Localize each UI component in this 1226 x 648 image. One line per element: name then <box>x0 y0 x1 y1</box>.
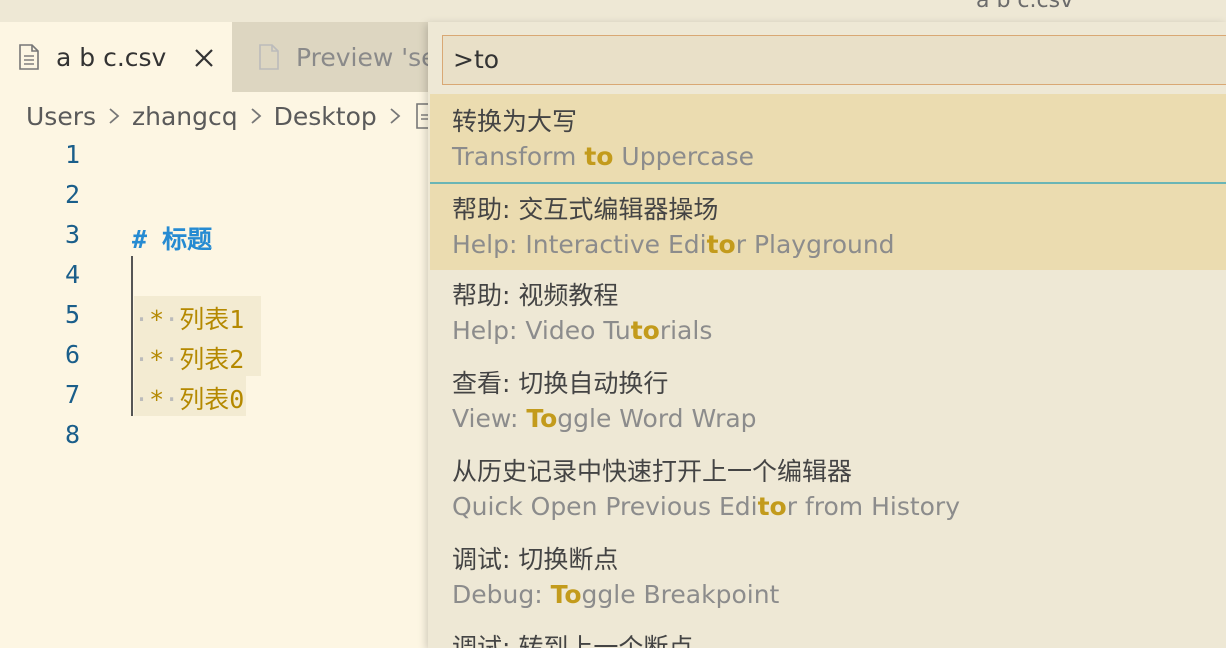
command-item[interactable]: 帮助: 交互式编辑器操场 Help: Interactive Editor Pl… <box>430 184 1226 270</box>
command-label-en: Debug: Toggle Breakpoint <box>452 580 779 609</box>
line-number: 2 <box>64 180 80 209</box>
line-number: 8 <box>64 420 80 449</box>
tab-label: Preview 'se <box>296 42 437 72</box>
command-item[interactable]: 查看: 切换自动换行 View: Toggle Word Wrap <box>430 358 1226 446</box>
whitespace-dot: · <box>134 305 150 334</box>
close-icon[interactable] <box>192 46 216 70</box>
list-item-text: 列表2 <box>179 345 245 374</box>
whitespace-dot: · <box>164 305 180 334</box>
label-text: rials <box>659 316 713 345</box>
label-text: Uppercase <box>613 142 755 171</box>
title-bar: a b c.csv <box>0 0 1226 22</box>
tab-a-b-c-csv[interactable]: a b c.csv <box>0 22 232 92</box>
label-text: View: <box>452 404 527 433</box>
list-bullet: * <box>149 385 165 414</box>
whitespace-dot: · <box>134 345 150 374</box>
command-label-zh: 从历史记录中快速打开上一个编辑器 <box>452 457 853 486</box>
line-number: 7 <box>64 380 80 409</box>
whitespace-dot: · <box>164 345 180 374</box>
command-label-zh: 调试: 切换断点 <box>452 545 619 574</box>
command-label-en: Quick Open Previous Editor from History <box>452 492 960 521</box>
list-item-text: 列表1 <box>179 305 245 334</box>
label-text: Quick Open Previous Edi <box>452 492 758 521</box>
code-line-list-item: ·*·列表1 <box>134 300 244 336</box>
match-highlight: to <box>706 230 736 259</box>
line-number: 1 <box>64 140 80 169</box>
line-number: 3 <box>64 220 80 249</box>
tab-label: a b c.csv <box>56 42 167 72</box>
command-label-en: Help: Video Tutorials <box>452 316 712 345</box>
label-text: ggle Breakpoint <box>581 580 780 609</box>
chevron-right-icon <box>251 108 262 124</box>
label-text: Debug: <box>452 580 551 609</box>
breadcrumb: Users zhangcq Desktop <box>26 98 437 134</box>
file-icon <box>19 44 39 70</box>
command-item[interactable]: 调试: 切换断点 Debug: Toggle Breakpoint <box>430 534 1226 622</box>
command-label-zh: 调试: 转到上一个断点 <box>452 633 694 648</box>
breadcrumb-item[interactable]: zhangcq <box>132 102 238 131</box>
label-text: r Playground <box>735 230 895 259</box>
command-item[interactable]: 转换为大写 Transform to Uppercase <box>430 94 1226 184</box>
label-text: Help: Interactive Edi <box>452 230 707 259</box>
match-highlight: to <box>584 142 614 171</box>
breadcrumb-item[interactable]: Desktop <box>274 102 377 131</box>
file-icon <box>259 44 279 70</box>
match-highlight: To <box>550 580 582 609</box>
list-item-text: 列表0 <box>179 385 245 414</box>
breadcrumb-item[interactable]: Users <box>26 102 96 131</box>
whitespace-dot: · <box>134 385 150 414</box>
match-highlight: To <box>526 404 558 433</box>
whitespace-dot: · <box>164 385 180 414</box>
command-item[interactable]: 帮助: 视频教程 Help: Video Tutorials <box>430 270 1226 358</box>
command-item[interactable]: 从历史记录中快速打开上一个编辑器 Quick Open Previous Edi… <box>430 446 1226 534</box>
line-number: 4 <box>64 260 80 289</box>
command-palette: >to 转换为大写 Transform to Uppercase 帮助: 交互式… <box>428 22 1226 648</box>
command-label-en: Help: Interactive Editor Playground <box>452 230 895 259</box>
command-label-en: Transform to Uppercase <box>452 142 754 171</box>
command-label-zh: 帮助: 视频教程 <box>452 281 619 310</box>
command-label-zh: 转换为大写 <box>452 107 578 136</box>
window-title: a b c.csv <box>976 0 1074 13</box>
label-text: Help: Video Tu <box>452 316 631 345</box>
label-text: r from History <box>786 492 961 521</box>
code-line-list-item: ·*·列表2 <box>134 340 244 376</box>
heading-text: 标题 <box>162 225 213 254</box>
indent-guide <box>131 256 133 416</box>
label-text: ggle Word Wrap <box>557 404 757 433</box>
code-line-list-item: ·*·列表0 <box>134 380 244 416</box>
code-line-heading: # 标题 <box>132 220 212 256</box>
list-bullet: * <box>149 305 165 334</box>
list-bullet: * <box>149 345 165 374</box>
match-highlight: to <box>630 316 660 345</box>
chevron-right-icon <box>109 108 120 124</box>
command-label-zh: 帮助: 交互式编辑器操场 <box>452 195 719 224</box>
command-label-en: View: Toggle Word Wrap <box>452 404 757 433</box>
label-text: Transform <box>452 142 585 171</box>
heading-marker: # <box>132 225 148 254</box>
command-item[interactable]: 调试: 转到上一个断点 <box>430 622 1226 648</box>
line-number: 5 <box>64 300 80 329</box>
line-number: 6 <box>64 340 80 369</box>
command-palette-input[interactable]: >to <box>442 35 1226 85</box>
command-label-zh: 查看: 切换自动换行 <box>452 369 669 398</box>
match-highlight: to <box>757 492 787 521</box>
chevron-right-icon <box>390 108 401 124</box>
